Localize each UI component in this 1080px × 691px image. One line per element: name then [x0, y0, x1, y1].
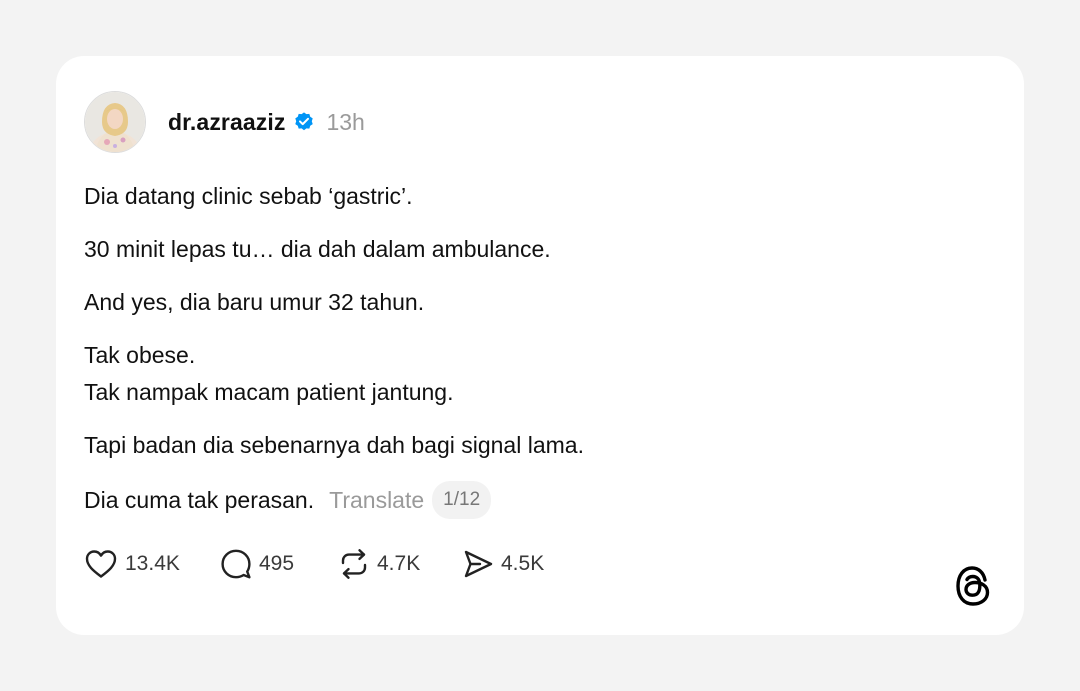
reply-count: 495	[259, 552, 295, 575]
post-text-line: Dia cuma tak perasan.	[84, 486, 315, 513]
verified-badge-icon	[293, 111, 315, 133]
repost-count: 4.7K	[377, 552, 421, 575]
translate-link[interactable]: Translate	[329, 482, 424, 519]
post-header: dr.azraaziz 13h	[84, 90, 365, 154]
comment-bubble-icon	[220, 548, 252, 580]
threads-logo-icon[interactable]	[954, 564, 994, 608]
post-body: Dia datang clinic sebab ‘gastric’. 30 mi…	[84, 178, 984, 520]
like-count: 13.4K	[125, 552, 180, 575]
post-paragraph: Tapi badan dia sebenarnya dah bagi signa…	[84, 427, 984, 464]
post-text-line: Dia datang clinic sebab ‘gastric’.	[84, 183, 413, 209]
avatar-image	[85, 92, 145, 152]
post-text-line: Tapi badan dia sebenarnya dah bagi signa…	[84, 432, 584, 458]
post-paragraph: Tak obese. Tak nampak macam patient jant…	[84, 337, 984, 411]
repost-icon	[338, 548, 370, 580]
post-text-line: And yes, dia baru umur 32 tahun.	[84, 289, 425, 315]
like-button[interactable]: 13.4K	[84, 548, 220, 580]
page-indicator-badge[interactable]: 1/12	[432, 481, 492, 519]
repost-button[interactable]: 4.7K	[338, 548, 462, 580]
post-text-line: Tak obese.	[84, 342, 196, 368]
reply-button[interactable]: 495	[220, 548, 338, 580]
avatar[interactable]	[84, 91, 146, 153]
share-send-icon	[462, 548, 494, 580]
post-card: dr.azraaziz 13h Dia datang clinic sebab …	[56, 56, 1024, 635]
post-text-line: Tak nampak macam patient jantung.	[84, 379, 454, 405]
share-count: 4.5K	[501, 552, 545, 575]
post-last-line: Dia cuma tak perasan. Translate 1/12	[84, 480, 984, 520]
username[interactable]: dr.azraaziz	[168, 109, 285, 136]
heart-icon	[84, 548, 118, 580]
share-button[interactable]: 4.5K	[462, 548, 544, 580]
post-paragraph: And yes, dia baru umur 32 tahun.	[84, 284, 984, 321]
post-timestamp[interactable]: 13h	[326, 109, 364, 136]
post-actions: 13.4K 495 4.7K 4.5K	[84, 546, 544, 582]
post-paragraph: 30 minit lepas tu… dia dah dalam ambulan…	[84, 231, 984, 268]
post-paragraph: Dia datang clinic sebab ‘gastric’.	[84, 178, 984, 215]
post-text-line: 30 minit lepas tu… dia dah dalam ambulan…	[84, 236, 551, 262]
